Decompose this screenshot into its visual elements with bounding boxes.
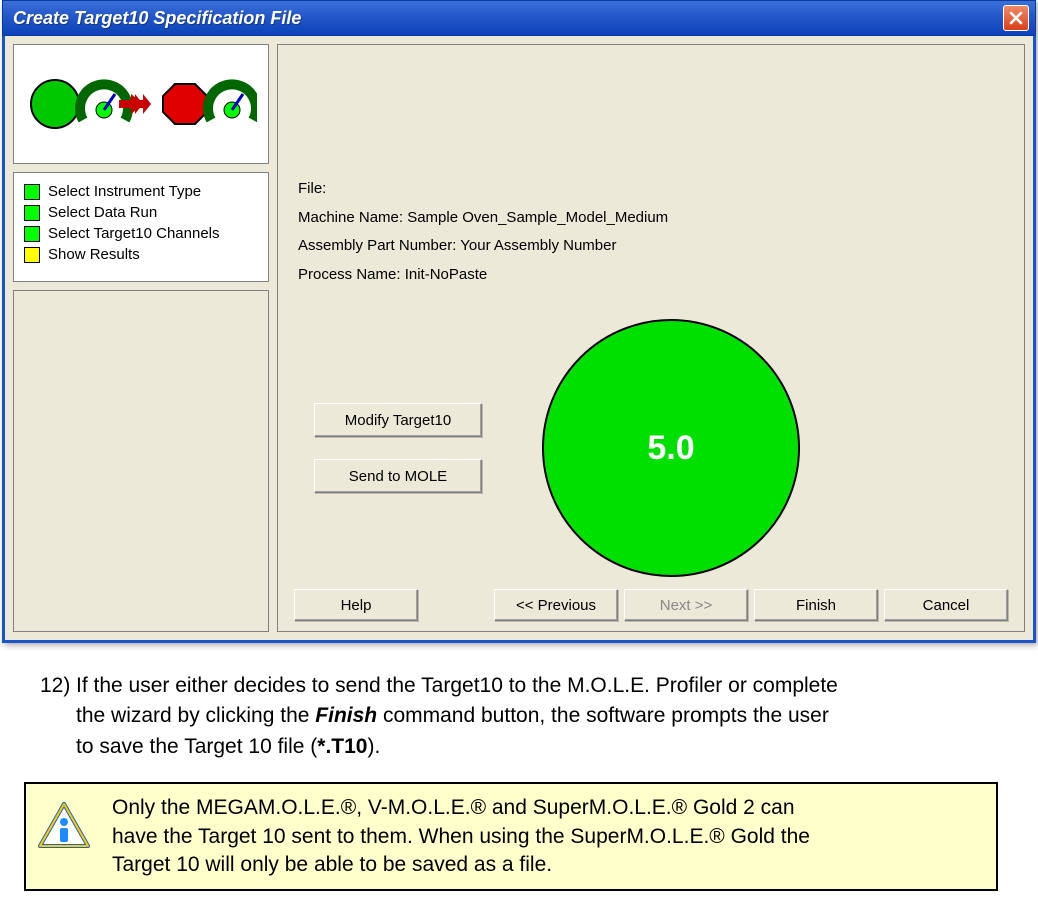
note-line: Target 10 will only be able to be saved … <box>112 853 552 876</box>
step-item: Show Results <box>24 246 258 263</box>
dialog-title: Create Target10 Specification File <box>13 8 301 29</box>
step-item: Select Data Run <box>24 204 258 221</box>
step-status-icon <box>24 184 40 200</box>
file-extension: *.T10 <box>317 735 367 758</box>
step-status-icon <box>24 247 40 263</box>
target10-score-value: 5.0 <box>647 429 694 468</box>
titlebar: Create Target10 Specification File <box>2 0 1036 36</box>
step-item: Select Target10 Channels <box>24 225 258 242</box>
finish-button[interactable]: Finish <box>754 589 878 621</box>
help-button[interactable]: Help <box>294 589 418 621</box>
close-icon <box>1009 11 1023 25</box>
wizard-graphic-icon <box>25 60 257 148</box>
dialog-body: Select Instrument Type Select Data Run S… <box>2 36 1036 643</box>
info-icon <box>36 794 96 861</box>
modify-target10-button[interactable]: Modify Target10 <box>314 403 482 437</box>
info-block: File: Machine Name: Sample Oven_Sample_M… <box>298 175 1008 289</box>
instruction-text: command button, the software prompts the… <box>377 704 829 727</box>
machine-name-label: Machine Name: Sample Oven_Sample_Model_M… <box>298 204 1008 233</box>
step-status-icon <box>24 226 40 242</box>
process-name-label: Process Name: Init-NoPaste <box>298 261 1008 290</box>
send-to-mole-button[interactable]: Send to MOLE <box>314 459 482 493</box>
step-label: Show Results <box>48 246 140 263</box>
next-button: Next >> <box>624 589 748 621</box>
instruction-paragraph: 12) If the user either decides to send t… <box>0 643 1038 776</box>
step-item: Select Instrument Type <box>24 183 258 200</box>
note-line: Only the MEGAM.O.L.E.®, V-M.O.L.E.® and … <box>112 796 795 819</box>
step-label: Select Instrument Type <box>48 183 201 200</box>
cancel-button[interactable]: Cancel <box>884 589 1008 621</box>
wizard-content-panel: File: Machine Name: Sample Oven_Sample_M… <box>277 44 1025 632</box>
step-status-icon <box>24 205 40 221</box>
step-label: Select Target10 Channels <box>48 225 220 242</box>
wizard-nav-row: Help << Previous Next >> Finish Cancel <box>294 577 1008 621</box>
instruction-text: If the user either decides to send the T… <box>76 674 838 697</box>
assembly-part-label: Assembly Part Number: Your Assembly Numb… <box>298 232 1008 261</box>
note-text: Only the MEGAM.O.L.E.®, V-M.O.L.E.® and … <box>112 794 810 879</box>
step-label: Select Data Run <box>48 204 157 221</box>
previous-button[interactable]: << Previous <box>494 589 618 621</box>
finish-keyword: Finish <box>315 704 377 727</box>
list-number: 12) <box>40 671 76 762</box>
file-label: File: <box>298 175 1008 204</box>
wizard-description-panel <box>13 290 269 632</box>
instruction-text: the wizard by clicking the <box>76 704 315 727</box>
close-button[interactable] <box>1003 5 1029 31</box>
wizard-icon-panel <box>13 44 269 164</box>
info-note-box: Only the MEGAM.O.L.E.®, V-M.O.L.E.® and … <box>24 782 998 891</box>
wizard-dialog: Create Target10 Specification File <box>2 0 1036 643</box>
target10-score-indicator: 5.0 <box>542 319 800 577</box>
instruction-text: ). <box>367 735 380 758</box>
instruction-text: to save the Target 10 file ( <box>76 735 317 758</box>
note-line: have the Target 10 sent to them. When us… <box>112 825 810 848</box>
wizard-steps-panel: Select Instrument Type Select Data Run S… <box>13 172 269 282</box>
